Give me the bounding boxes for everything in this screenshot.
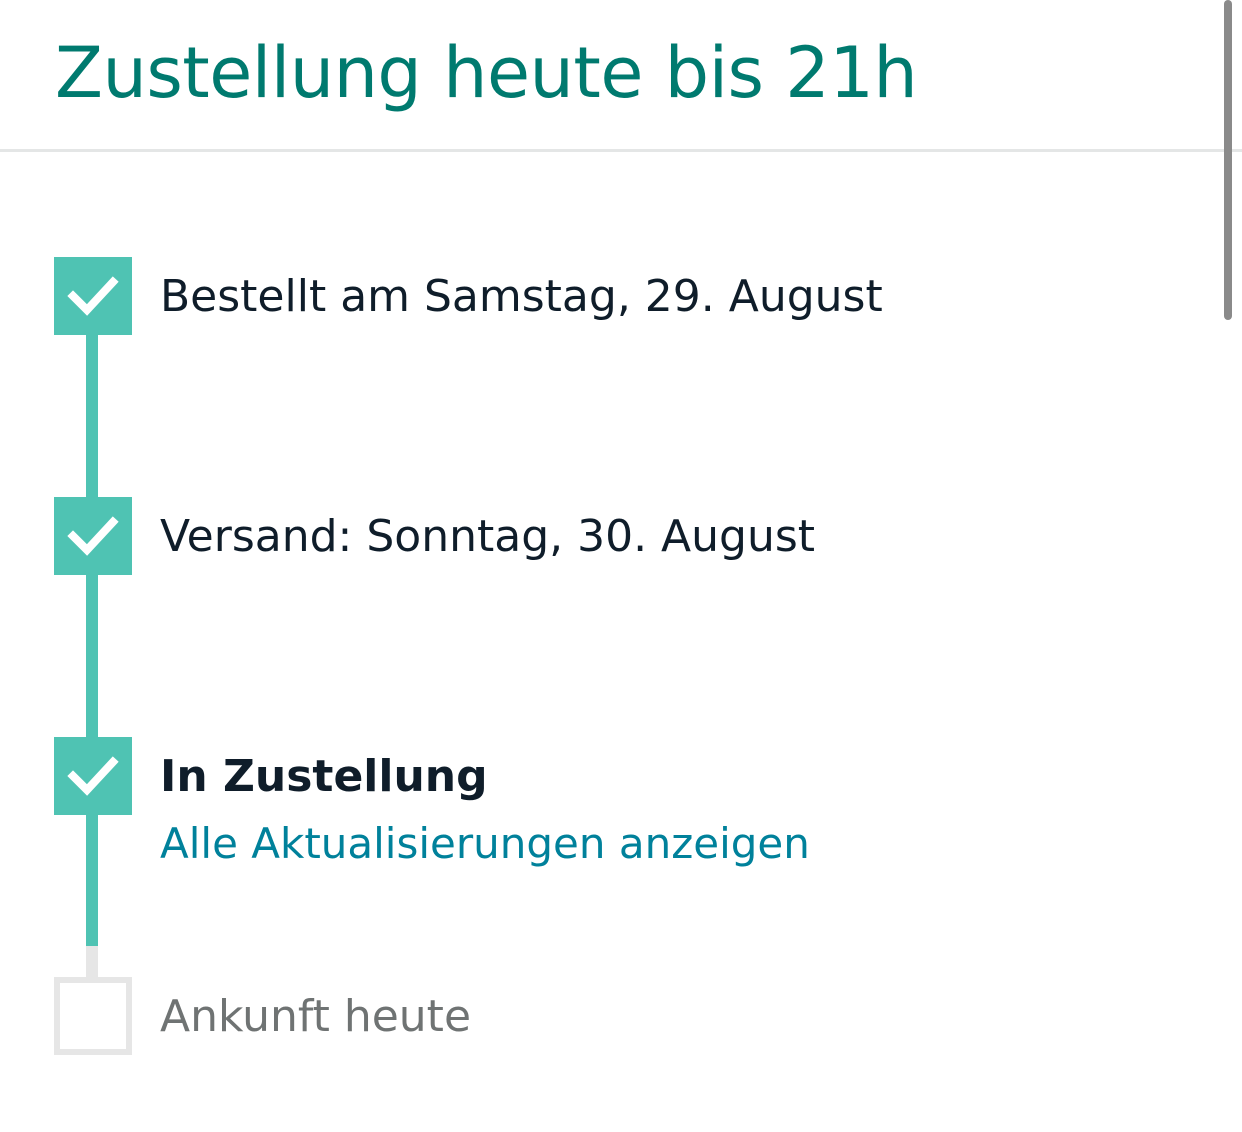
- checkmark-icon: [67, 276, 119, 316]
- page-title: Zustellung heute bis 21h: [55, 32, 918, 114]
- progress-line-segment: [86, 574, 98, 738]
- view-all-updates-link[interactable]: Alle Aktualisierungen anzeigen: [160, 816, 810, 872]
- scrollbar[interactable]: [1224, 0, 1232, 320]
- pending-line-segment: [86, 946, 98, 978]
- checkmark-icon: [67, 756, 119, 796]
- progress-line-segment: [86, 334, 98, 498]
- step-ordered-label: Bestellt am Samstag, 29. August: [160, 271, 883, 322]
- step-in-delivery-label: In Zustellung: [160, 751, 488, 802]
- step-shipped-label: Versand: Sonntag, 30. August: [160, 511, 816, 562]
- step-arrival-label: Ankunft heute: [160, 991, 472, 1042]
- delivery-tracking-page: Zustellung heute bis 21h Bestellt am Sam…: [0, 0, 1242, 1132]
- step-arrival-check: [54, 977, 132, 1055]
- header: Zustellung heute bis 21h: [0, 0, 1242, 152]
- step-ordered-check: [54, 257, 132, 335]
- step-in-delivery-check: [54, 737, 132, 815]
- step-shipped-check: [54, 497, 132, 575]
- checkmark-icon: [67, 516, 119, 556]
- progress-line-segment: [86, 814, 98, 946]
